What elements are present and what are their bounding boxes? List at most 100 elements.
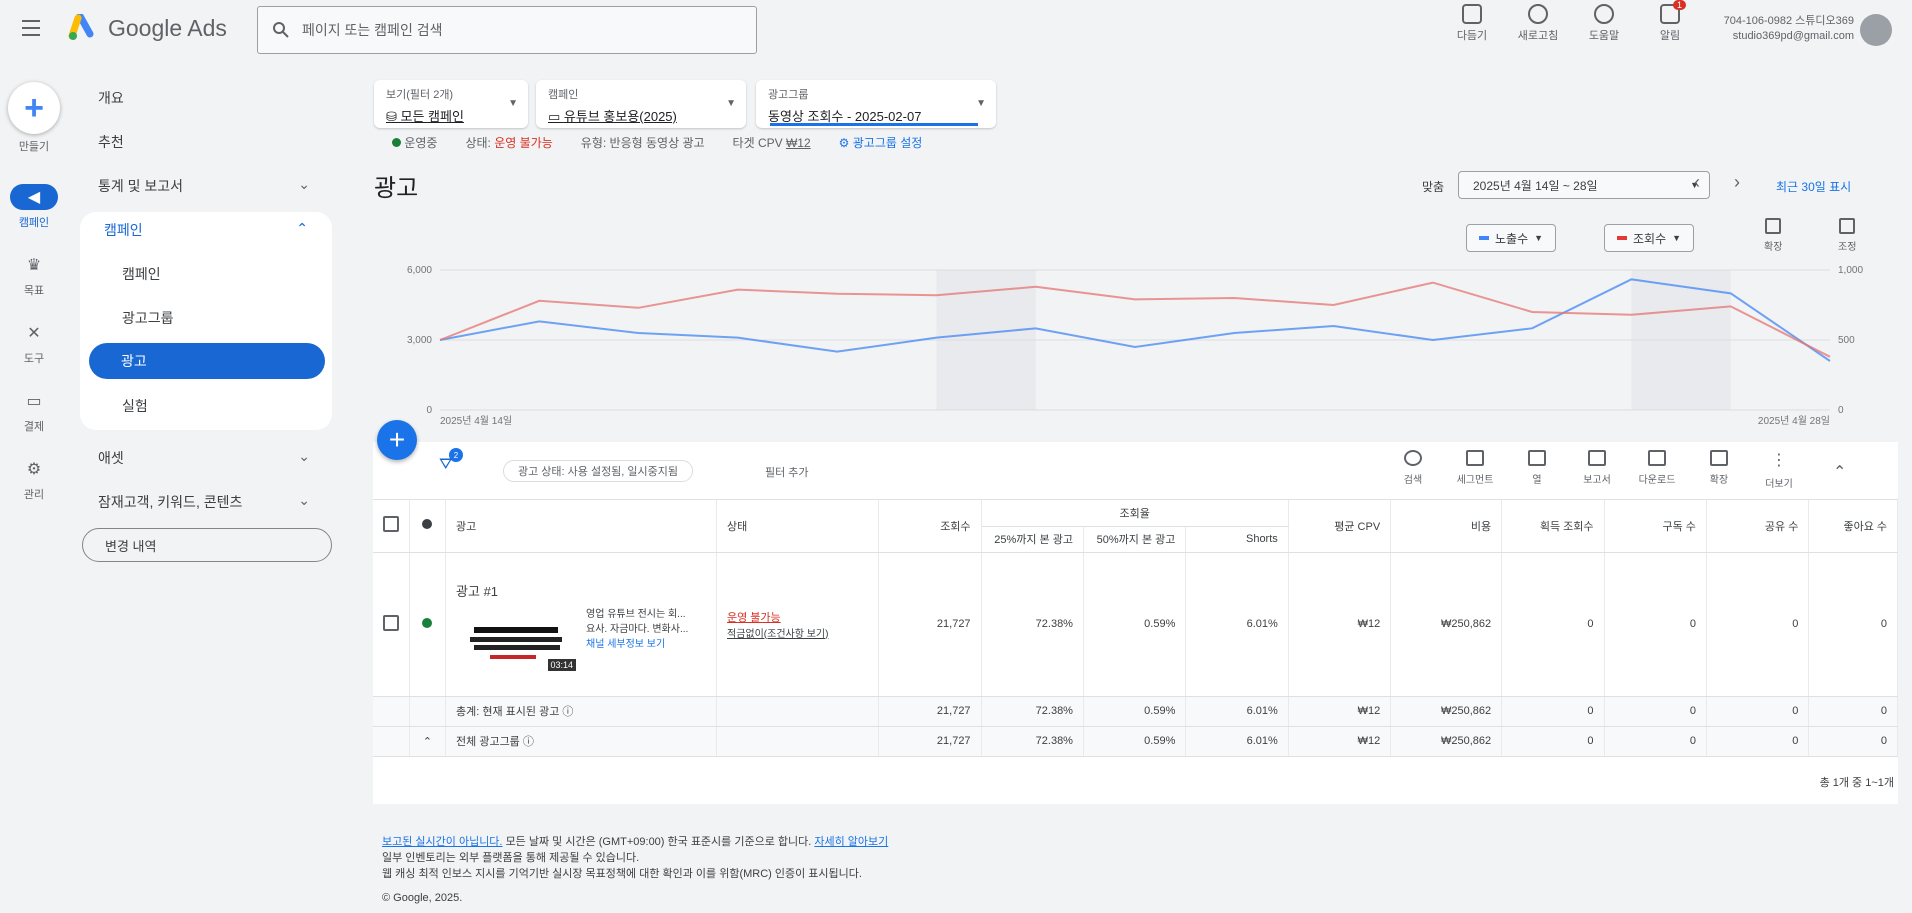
col-status[interactable]: 상태 [716,500,880,553]
nav-overview[interactable]: 개요 [98,88,124,108]
ad-status[interactable]: 운영 불가능 [727,609,868,625]
gear-icon: ⚙ [838,136,850,150]
channel-details-link[interactable]: 채널 세부정보 보기 [586,637,698,652]
change-history-button[interactable]: 변경 내역 [82,528,332,562]
campaign-selector[interactable]: 캠페인 ▭ 유튜브 홍보용(2025) ▼ [536,80,746,128]
megaphone-icon: ◀ [10,184,58,210]
help-icon[interactable]: ⓘ [523,736,534,748]
recent-30-days-link[interactable]: 최근 30일 표시 [1776,178,1851,195]
rail-item-billing[interactable]: ▭ 결제 [0,388,68,434]
expand-tool[interactable]: 확장 [1691,450,1747,486]
col-subscribers[interactable]: 구독 수 [1604,500,1707,553]
nav-sub-campaigns[interactable]: 캠페인 [122,264,161,284]
columns-tool[interactable]: 열 [1509,450,1565,486]
rail-label-admin: 관리 [23,489,45,501]
target-cpv-value[interactable]: ₩12 [786,136,811,150]
account-info[interactable]: 704-106-0982 스튜디오369 studio369pd@gmail.c… [1724,14,1854,44]
select-all-checkbox[interactable] [383,516,399,533]
filter-chip[interactable]: 광고 상태: 사용 설정됨, 일시중지됨 [503,460,694,482]
summary-empty-cell [716,726,880,757]
col-shares[interactable]: 공유 수 [1706,500,1810,553]
nav-sub-experiments[interactable]: 실험 [122,396,148,416]
create-button[interactable]: + [8,82,60,134]
col-likes[interactable]: 좋아요 수 [1808,500,1898,553]
summary-collapse-cell: ⌃ [409,726,447,757]
col-shorts[interactable]: Shorts [1185,526,1289,553]
col-earned-views[interactable]: 획득 조회수 [1501,500,1605,553]
notifications-button[interactable]: 1 알림 [1648,0,1692,43]
expand-chart-button[interactable]: 확장 [1764,218,1782,253]
search-tool[interactable]: 검색 [1385,450,1441,486]
nav-sub-ads[interactable]: 광고 [89,343,325,379]
download-tool[interactable]: 다운로드 [1629,450,1685,486]
cell-likes: 0 [1808,552,1898,697]
google-ads-logo[interactable]: Google Ads [68,14,227,42]
avatar[interactable] [1860,14,1892,46]
tools-button[interactable]: 다듬기 [1450,4,1494,43]
filter-icon[interactable]: ⛛ 2 [439,448,463,474]
billing-icon: ▭ [26,393,42,410]
nav-recommendations[interactable]: 추천 [98,132,124,152]
help-icon[interactable]: ⓘ [562,706,573,718]
segment-tool[interactable]: 세그먼트 [1447,450,1503,486]
summary-empty-cell [373,696,410,727]
cell-avg-cpv: ₩12 [1288,552,1392,697]
adjust-chart-button[interactable]: 조정 [1838,218,1856,253]
collapse-chart-button[interactable]: ⌃ [1833,462,1846,482]
reports-tool-label: 보고서 [1583,475,1611,486]
metric1-selector[interactable]: 노출수 ▼ [1466,224,1557,252]
reports-tool[interactable]: 보고서 [1569,450,1625,486]
chevron-up-icon: ⌃ [296,220,308,236]
search-input[interactable]: 페이지 또는 캠페인 검색 [257,6,757,54]
rail-item-admin[interactable]: ⚙ 관리 [0,456,68,502]
summary-shorts: 6.01% [1185,696,1289,727]
add-ad-button[interactable]: + [377,420,417,460]
summary-avg-cpv: ₩12 [1288,726,1392,757]
rail-item-tools[interactable]: ✕ 도구 [0,320,68,366]
footer-learn-more-link[interactable]: 자세히 알아보기 [814,836,888,848]
more-tool[interactable]: ⋮ 더보기 [1751,450,1807,490]
col-50pct[interactable]: 50%까지 본 광고 [1083,526,1187,553]
ad-name[interactable]: 광고 #1 [456,581,706,600]
col-avg-cpv[interactable]: 평균 CPV [1288,500,1392,553]
filter-count-badge: 2 [449,448,463,462]
nav-audiences[interactable]: 잠재고객, 키워드, 콘텐츠 ⌄ [98,492,310,512]
ad-thumbnail[interactable]: 03:14 [456,618,581,679]
cell-50pct: 0.59% [1083,552,1187,697]
ad-desc-line: 영업 유튜브 전시는 회... [586,608,686,620]
expand-icon [1710,450,1728,466]
adgroup-selector[interactable]: 광고그룹 동영상 조회수 - 2025-02-07 ▼ [756,80,996,128]
nav-assets[interactable]: 애셋 ⌄ [98,448,310,468]
col-views[interactable]: 조회수 [878,500,982,553]
nav-insights[interactable]: 통계 및 보고서 ⌄ [98,176,310,196]
col-25pct[interactable]: 25%까지 본 광고 [981,526,1084,553]
summary-shares: 0 [1706,726,1810,757]
summary-label: 전체 광고그룹 [456,736,520,748]
ad-status-detail[interactable]: 적금없이(조건사항 보기) [727,625,868,640]
row-checkbox[interactable] [383,614,399,631]
chevron-up-icon[interactable]: ⌃ [423,736,432,748]
add-filter-link[interactable]: 필터 추가 [765,464,809,480]
cell-25pct: 72.38% [981,552,1084,697]
rail-item-campaigns[interactable]: ◀ 캠페인 [0,184,68,230]
col-cost[interactable]: 비용 [1390,500,1503,553]
rail-item-goals[interactable]: ♛ 목표 [0,252,68,298]
nav-sub-adgroups[interactable]: 광고그룹 [122,308,174,328]
menu-icon[interactable] [22,20,44,38]
nav-campaigns[interactable]: 캠페인 ⌃ [104,220,308,240]
adgroup-settings-link[interactable]: ⚙ 광고그룹 설정 [839,134,923,151]
prev-period-button[interactable]: ‹ [1694,172,1700,193]
refresh-button[interactable]: 새로고침 [1516,4,1560,43]
help-button[interactable]: 도움말 [1582,4,1626,43]
col-group-view-rate: 조회율 [981,500,1289,527]
footer-realtime-link[interactable]: 보고된 실시간이 아닙니다. [382,836,503,848]
enabled-status[interactable]: 운영중 [392,134,437,151]
summary-label: 총계: 현재 표시된 광고 [456,706,560,718]
metric2-selector[interactable]: 조회수 ▼ [1604,224,1695,252]
date-range-text: 2025년 4월 14일 ~ 28일 [1473,178,1598,193]
col-ad[interactable]: 광고 [445,500,717,553]
date-range-picker[interactable]: 2025년 4월 14일 ~ 28일 ▼ [1458,171,1710,199]
next-period-button[interactable]: › [1734,172,1740,193]
view-selector[interactable]: 보기(필터 2개) ⛁ 모든 캠페인 ▼ [374,80,528,128]
nav-sub-campaigns-label: 캠페인 [122,266,161,282]
